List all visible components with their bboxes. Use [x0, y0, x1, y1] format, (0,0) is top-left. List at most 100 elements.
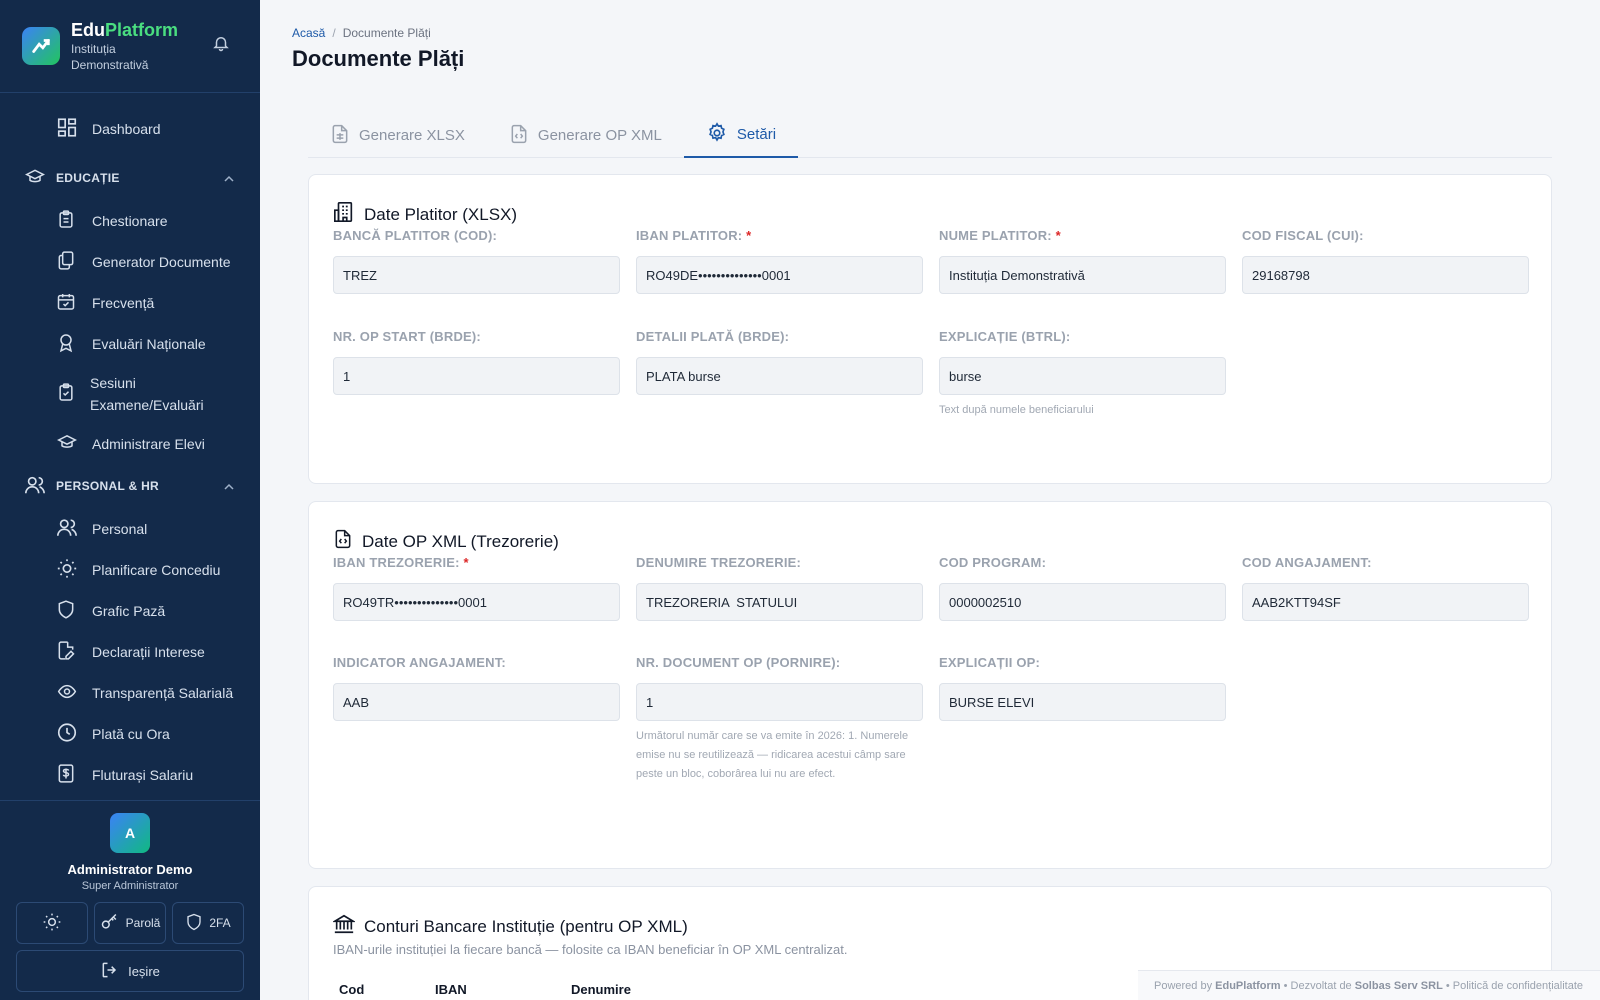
footer-privacy-link[interactable]: • Politică de confidențialitate: [1446, 980, 1583, 992]
graduation-cap-icon: [56, 432, 78, 455]
field-indicator-angajament: INDICATOR ANGAJAMENT: AAB: [333, 655, 620, 721]
bank-accounts-subtitle: IBAN-urile instituției la fiecare bancă …: [333, 942, 848, 957]
sidebar-item-dashboard[interactable]: Dashboard: [0, 101, 260, 156]
column-header-cod[interactable]: Cod: [339, 982, 364, 997]
file-code-icon: [333, 528, 353, 555]
dollar-file-icon: [56, 762, 76, 787]
footer-platform-link[interactable]: EduPlatform: [1215, 980, 1280, 992]
brand: EduPlatform Instituția Demonstrativă: [0, 0, 260, 93]
sidebar-item-generator-documente[interactable]: Generator Documente: [0, 241, 260, 282]
nr-document-op-input[interactable]: 1: [636, 683, 923, 721]
field-detalii-plata: DETALII PLATĂ (BRDE): PLATA burse: [636, 329, 923, 395]
chevron-up-icon: [224, 480, 234, 494]
bank-icon: [331, 913, 357, 940]
required-marker: *: [746, 228, 752, 243]
user-name: Administrator Demo: [67, 862, 193, 877]
field-banca-platitor: BANCĂ PLATITOR (COD): TREZ: [333, 228, 620, 294]
iban-trezorerie-input[interactable]: RO49TR••••••••••••••0001: [333, 583, 620, 621]
explicatie-btrl-input[interactable]: burse: [939, 357, 1226, 395]
field-denumire-trezorerie: DENUMIRE TREZORERIE: TREZORERIA STATULUI: [636, 555, 923, 621]
tab-generare-op-xml[interactable]: Generare OP XML: [487, 113, 684, 158]
denumire-trezorerie-input[interactable]: TREZORERIA STATULUI: [636, 583, 923, 621]
sidebar-item-evaluari-nationale[interactable]: Evaluări Naționale: [0, 323, 260, 364]
chevron-up-icon: [224, 172, 234, 186]
sidebar-section-education[interactable]: EDUCAȚIE: [0, 156, 260, 200]
sidebar-item-sesiuni-examene[interactable]: Sesiuni Examene/Evaluări: [0, 364, 260, 423]
key-icon: [100, 912, 120, 935]
brand-name: EduPlatform: [71, 19, 179, 40]
graduation-cap-icon: [24, 167, 46, 190]
sidebar-item-planificare-concediu[interactable]: Planificare Concediu: [0, 549, 260, 590]
indicator-angajament-input[interactable]: AAB: [333, 683, 620, 721]
footer: Powered by EduPlatform • Dezvoltat de So…: [1138, 970, 1600, 1000]
column-header-iban[interactable]: IBAN: [435, 982, 467, 997]
explicatii-op-input[interactable]: BURSE ELEVI: [939, 683, 1226, 721]
tabs: Generare XLSX Generare OP XML Setări: [308, 113, 1552, 158]
column-header-denumire[interactable]: Denumire: [571, 982, 631, 997]
field-nr-op-start: NR. OP START (BRDE): 1: [333, 329, 620, 395]
clipboard-check-icon: [56, 381, 76, 406]
field-cod-angajament: COD ANGAJAMENT: AAB2KTT94SF: [1242, 555, 1529, 621]
file-edit-icon: [56, 639, 76, 664]
dashboard-icon: [56, 116, 78, 141]
breadcrumb: Acasă / Documente Plăți: [292, 26, 431, 40]
field-cod-fiscal: COD FISCAL (CUI): 29168798: [1242, 228, 1529, 294]
main-content: Acasă / Documente Plăți Documente Plăți Ge…: [260, 0, 1600, 1000]
sidebar-item-fluturasi-salariu[interactable]: Fluturași Salariu: [0, 754, 260, 795]
sidebar-nav: Dashboard EDUCAȚIE Chestionare Generator…: [0, 93, 260, 795]
tab-generare-xlsx[interactable]: Generare XLSX: [308, 113, 487, 158]
payer-card-title: Date Platitor (XLSX): [333, 201, 517, 228]
cod-fiscal-input[interactable]: 29168798: [1242, 256, 1529, 294]
field-iban-trezorerie: IBAN TREZORERIE: * RO49TR••••••••••••••0…: [333, 555, 620, 621]
required-marker: *: [1055, 228, 1061, 243]
tab-setari[interactable]: Setări: [683, 113, 799, 158]
sidebar-item-personal[interactable]: Personal: [0, 508, 260, 549]
users-icon: [56, 516, 78, 541]
shield-icon: [185, 912, 203, 935]
avatar[interactable]: A: [110, 813, 150, 853]
cod-program-input[interactable]: 0000002510: [939, 583, 1226, 621]
op-xml-card-title: Date OP XML (Trezorerie): [333, 528, 559, 555]
logout-icon: [100, 960, 120, 983]
nr-op-start-input[interactable]: 1: [333, 357, 620, 395]
twofa-button[interactable]: 2FA: [172, 902, 244, 944]
sidebar-item-transparenta-salariala[interactable]: Transparență Salarială: [0, 672, 260, 713]
sidebar-item-frecventa[interactable]: Frecvență: [0, 282, 260, 323]
institution-name-line-2: Demonstrativă: [71, 57, 149, 72]
logout-button[interactable]: Ieșire: [16, 950, 244, 992]
institution-name-line-1: Instituția: [71, 41, 116, 56]
op-xml-card: Date OP XML (Trezorerie) IBAN TREZORERIE…: [308, 501, 1552, 869]
users-icon: [24, 474, 46, 499]
sidebar-item-administrare-elevi[interactable]: Administrare Elevi: [0, 423, 260, 464]
cod-angajament-input[interactable]: AAB2KTT94SF: [1242, 583, 1529, 621]
sidebar-item-plata-cu-ora[interactable]: Plată cu Ora: [0, 713, 260, 754]
sidebar-section-personal-hr[interactable]: PERSONAL & HR: [0, 464, 260, 508]
iban-platitor-input[interactable]: RO49DE••••••••••••••0001: [636, 256, 923, 294]
award-icon: [56, 331, 76, 356]
sun-icon: [42, 912, 62, 935]
explicatie-help-text: Text după numele beneficiarului: [939, 404, 1094, 416]
detalii-plata-input[interactable]: PLATA burse: [636, 357, 923, 395]
field-iban-platitor: IBAN PLATITOR: * RO49DE••••••••••••••000…: [636, 228, 923, 294]
shield-icon: [56, 598, 76, 623]
user-role: Super Administrator: [81, 880, 179, 892]
file-code-icon: [509, 123, 529, 149]
field-cod-program: COD PROGRAM: 0000002510: [939, 555, 1226, 621]
brand-logo: [22, 27, 60, 65]
clipboard-icon: [56, 208, 76, 233]
nume-platitor-input[interactable]: Instituția Demonstrativă: [939, 256, 1226, 294]
password-button[interactable]: Parolă: [94, 902, 166, 944]
field-explicatie-btrl: EXPLICAȚIE (BTRL): burse Text după numel…: [939, 329, 1226, 420]
sidebar-item-grafic-paza[interactable]: Grafic Pază: [0, 590, 260, 631]
banca-platitor-input[interactable]: TREZ: [333, 256, 620, 294]
bank-accounts-card-title: Conturi Bancare Instituție (pentru OP XM…: [331, 913, 688, 940]
sidebar-item-declaratii-interese[interactable]: Declarații Interese: [0, 631, 260, 672]
theme-toggle-button[interactable]: [16, 902, 88, 944]
sidebar-item-chestionare[interactable]: Chestionare: [0, 200, 260, 241]
sun-icon: [56, 557, 78, 582]
bell-icon[interactable]: [212, 33, 230, 58]
documents-icon: [56, 249, 76, 274]
footer-company-link[interactable]: Solbas Serv SRL: [1355, 980, 1443, 992]
breadcrumb-home-link[interactable]: Acasă: [292, 26, 325, 40]
sidebar: EduPlatform Instituția Demonstrativă Das…: [0, 0, 260, 1000]
